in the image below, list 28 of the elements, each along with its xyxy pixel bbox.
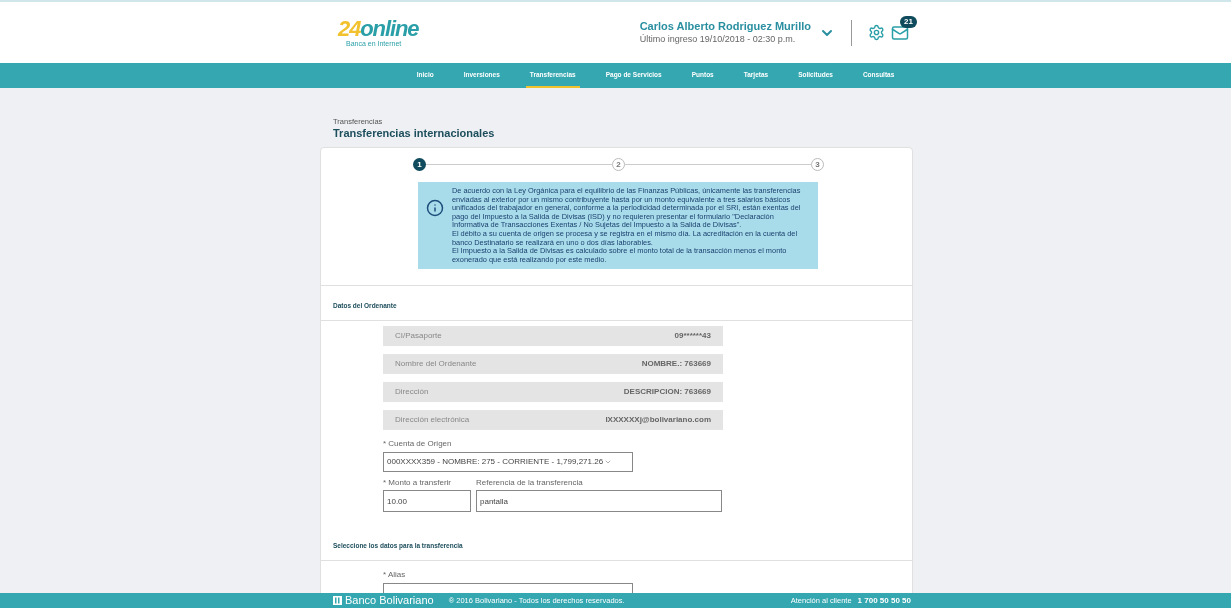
mail-icon[interactable]: [889, 23, 911, 42]
bank-logo-icon: [333, 596, 342, 605]
field-label: Referencia de la transferencia: [476, 477, 584, 490]
bank-name: Banco Bolivariano: [345, 595, 434, 606]
row-label: Nombre del Ordenante: [395, 358, 477, 371]
row-label: Dirección: [395, 386, 429, 399]
account-select[interactable]: 000XXXX359 - NOMBRE: 275 - CORRIENTE - 1,799,271.26: [383, 452, 633, 473]
row-label: CI/Pasaporte: [395, 330, 442, 343]
page-title: Transferencias internacionales: [333, 127, 496, 141]
row-value: IXXXXXXj@bolivariano.com: [605, 414, 711, 427]
field-label: * Cuenta de Origen: [383, 438, 453, 451]
settings-icon[interactable]: [868, 24, 885, 41]
last-login: Último ingreso 19/10/2018 - 02:30 p.m.: [639, 33, 797, 45]
row-value: NOMBRE.: 763669: [641, 358, 711, 371]
step-indicator: 1: [413, 158, 426, 171]
reference-field[interactable]: pantalla: [476, 490, 722, 513]
user-name[interactable]: Carlos Alberto Rodriguez Murillo: [639, 20, 811, 34]
field-label: * Monto a transferir: [383, 477, 453, 490]
row-value: DESCRIPCION: 763669: [623, 386, 711, 399]
row-label: Dirección electrónica: [395, 414, 470, 427]
row-value: 09******43: [674, 330, 711, 343]
info-icon: [426, 199, 444, 217]
amount-field[interactable]: 10.00: [383, 490, 471, 513]
logo-word: online: [360, 18, 419, 40]
logo-digits: 24: [338, 18, 361, 40]
contact-phone: 1 700 50 50 50: [857, 594, 911, 607]
field-label: * Alias: [383, 569, 407, 582]
message-count-badge: 21: [900, 15, 917, 28]
